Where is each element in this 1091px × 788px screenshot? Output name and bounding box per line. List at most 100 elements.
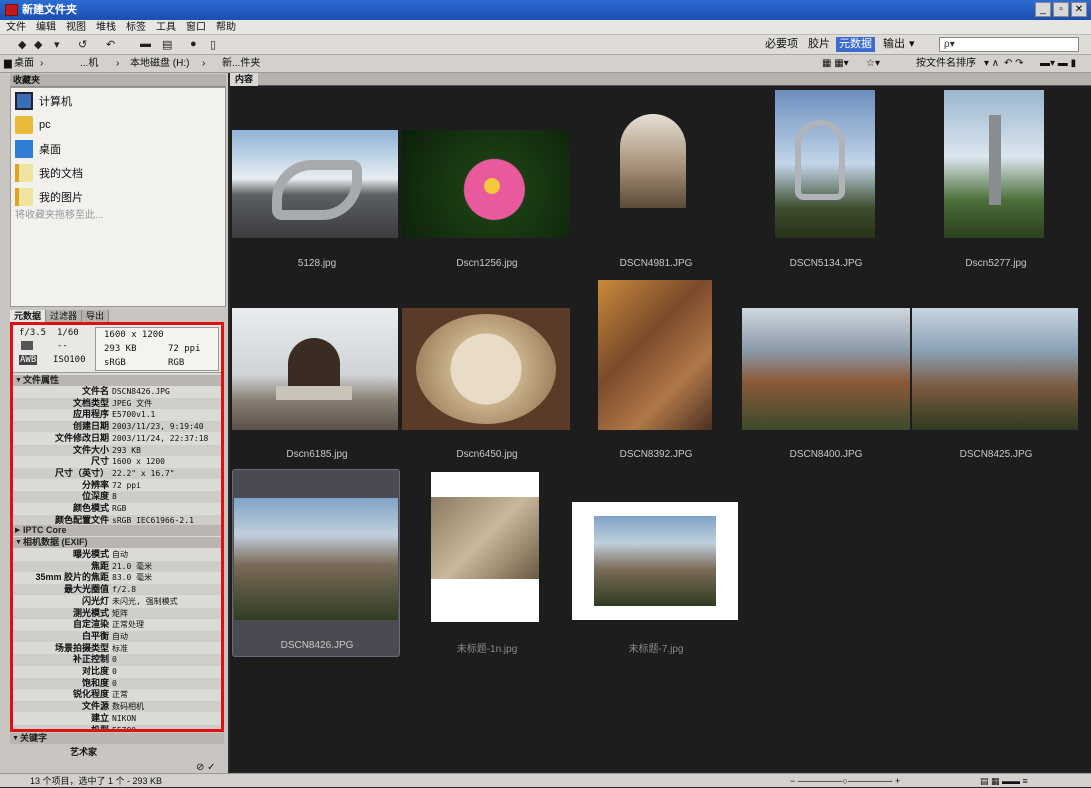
thumbnail-image[interactable]: [402, 308, 570, 430]
tab-export[interactable]: 导出: [82, 310, 110, 322]
thumbnail-image[interactable]: [912, 308, 1078, 430]
metadata-value[interactable]: 0: [112, 666, 117, 677]
thumbnail-caption[interactable]: DSCN5134.JPG: [741, 258, 911, 269]
workspace-output[interactable]: 输出: [880, 37, 908, 52]
breadcrumb-item[interactable]: 桌面: [14, 55, 34, 73]
sort-dir-icon[interactable]: ▾ ∧: [984, 55, 999, 73]
metadata-value[interactable]: 自动: [112, 549, 128, 560]
metadata-value[interactable]: 标准: [112, 643, 128, 654]
menu-file[interactable]: 文件: [6, 20, 26, 34]
favorite-pictures[interactable]: 我的图片: [15, 188, 83, 206]
back-icon[interactable]: ◆: [18, 38, 26, 51]
metadata-value[interactable]: 8: [112, 491, 117, 502]
thumbnail-caption[interactable]: Dscn6450.jpg: [402, 449, 572, 460]
thumbnail-caption[interactable]: 未标题-1n.jpg: [402, 640, 572, 655]
menu-tools[interactable]: 工具: [156, 20, 176, 34]
minimize-icon[interactable]: _: [1035, 2, 1051, 17]
section-iptc[interactable]: ▶ IPTC Core: [13, 525, 221, 536]
metadata-value[interactable]: 2003/11/23, 9:19:40: [112, 421, 204, 432]
recent-icon[interactable]: ↺: [78, 38, 87, 51]
menu-help[interactable]: 帮助: [216, 20, 236, 34]
thumbnail-image[interactable]: [431, 472, 539, 622]
output-icon[interactable]: ▯: [210, 38, 216, 51]
view-mode-icon[interactable]: ▦ ▦▾: [822, 55, 849, 73]
tab-filter[interactable]: 过滤器: [46, 310, 83, 322]
thumbnail-caption[interactable]: DSCN8400.JPG: [741, 449, 911, 460]
metadata-value[interactable]: 83.0 毫米: [112, 572, 152, 583]
zoom-slider[interactable]: − ───────○─────── +: [790, 774, 900, 788]
breadcrumb-item[interactable]: 本地磁盘 (H:): [130, 55, 189, 73]
refine-icon[interactable]: ▤: [162, 38, 172, 51]
metadata-value[interactable]: JPEG 文件: [112, 398, 152, 409]
metadata-value[interactable]: DSCN8426.JPG: [112, 386, 170, 397]
metadata-value[interactable]: 21.0 毫米: [112, 561, 152, 572]
metadata-value[interactable]: E5700: [112, 725, 136, 730]
thumbnail-image[interactable]: [775, 90, 875, 238]
favorite-pc[interactable]: pc: [15, 116, 51, 134]
search-input[interactable]: ρ▾: [939, 37, 1079, 52]
section-exif[interactable]: ▼ 相机数据 (EXIF): [13, 537, 221, 548]
star-filter-icon[interactable]: ☆▾: [866, 55, 880, 73]
thumbnail-caption[interactable]: 5128.jpg: [232, 258, 402, 269]
close-icon[interactable]: ✕: [1071, 2, 1087, 17]
thumbnail-image[interactable]: [572, 502, 738, 620]
cancel-icon[interactable]: ⊘ ✓: [196, 762, 216, 773]
thumbnail-image[interactable]: [742, 308, 910, 430]
metadata-value[interactable]: 2003/11/24, 22:37:18: [112, 433, 208, 444]
thumbnail-image[interactable]: [944, 90, 1044, 238]
view-toggle-icon[interactable]: ▤ ▦ ▬▬ ≡: [980, 774, 1028, 788]
camera-icon[interactable]: ▬: [140, 38, 151, 50]
workspace-menu-chevron-icon[interactable]: ▾: [906, 37, 918, 52]
open-icon[interactable]: ●: [190, 38, 197, 50]
metadata-value[interactable]: 1600 x 1200: [112, 456, 165, 467]
metadata-value[interactable]: 自动: [112, 631, 128, 642]
metadata-value[interactable]: 未闪光, 强制模式: [112, 596, 178, 607]
section-keywords[interactable]: ▼ 关键字: [10, 733, 224, 744]
thumbnail-caption[interactable]: Dscn5277.jpg: [911, 258, 1081, 269]
menu-stack[interactable]: 堆栈: [96, 20, 116, 34]
metadata-value[interactable]: NIKON: [112, 713, 136, 724]
metadata-value[interactable]: 矩阵: [112, 608, 128, 619]
sort-button[interactable]: 按文件名排序: [916, 55, 976, 73]
workspace-filmstrip[interactable]: 胶片: [805, 37, 833, 52]
metadata-value[interactable]: 正常处理: [112, 619, 144, 630]
new-folder-icon[interactable]: ▬▾ ▬ ▮: [1040, 55, 1076, 73]
thumbnail-caption[interactable]: Dscn6185.jpg: [232, 449, 402, 460]
thumbnail-image[interactable]: [598, 280, 712, 430]
favorite-computer[interactable]: 计算机: [15, 92, 72, 110]
breadcrumb-item[interactable]: 新...件夹: [222, 55, 260, 73]
thumbnail-image[interactable]: [234, 498, 398, 620]
workspace-metadata[interactable]: 元数据: [836, 37, 875, 52]
section-file-properties[interactable]: ▼ 文件属性: [13, 375, 221, 386]
metadata-value[interactable]: E5700v1.1: [112, 409, 155, 420]
menu-view[interactable]: 视图: [66, 20, 86, 34]
metadata-value[interactable]: 0: [112, 654, 117, 665]
menu-edit[interactable]: 编辑: [36, 20, 56, 34]
metadata-value[interactable]: 0: [112, 678, 117, 689]
thumbnail-caption[interactable]: DSCN8392.JPG: [571, 449, 741, 460]
metadata-value[interactable]: RGB: [112, 503, 126, 514]
metadata-value[interactable]: 22.2" x 16.7": [112, 468, 175, 479]
tab-content[interactable]: 内容: [230, 73, 259, 86]
thumbnail-caption[interactable]: DSCN8425.JPG: [911, 449, 1081, 460]
metadata-value[interactable]: 正常: [112, 689, 128, 700]
thumbnail-image[interactable]: [232, 308, 398, 430]
thumbnail-caption[interactable]: DSCN8426.JPG: [232, 640, 402, 651]
metadata-value[interactable]: 293 KB: [112, 445, 141, 456]
menu-label[interactable]: 标签: [126, 20, 146, 34]
forward-icon[interactable]: ◆: [34, 38, 42, 51]
thumbnail-image[interactable]: [402, 130, 570, 238]
metadata-value[interactable]: 数码相机: [112, 701, 144, 712]
favorite-documents[interactable]: 我的文档: [15, 164, 83, 182]
thumbnail-caption[interactable]: Dscn1256.jpg: [402, 258, 572, 269]
thumbnail-caption[interactable]: 未标题-7.jpg: [571, 640, 741, 655]
breadcrumb-item[interactable]: ...机: [80, 55, 98, 73]
metadata-value[interactable]: f/2.8: [112, 584, 136, 595]
thumbnail-image[interactable]: [232, 130, 398, 238]
thumbnail-caption[interactable]: DSCN4981.JPG: [571, 258, 741, 269]
favorite-desktop[interactable]: 桌面: [15, 140, 61, 158]
workspace-essentials[interactable]: 必要项: [762, 37, 801, 52]
tab-metadata[interactable]: 元数据: [10, 310, 47, 322]
thumbnail-image[interactable]: [620, 114, 686, 208]
undo-icon[interactable]: ↶ ↷: [1004, 55, 1024, 73]
